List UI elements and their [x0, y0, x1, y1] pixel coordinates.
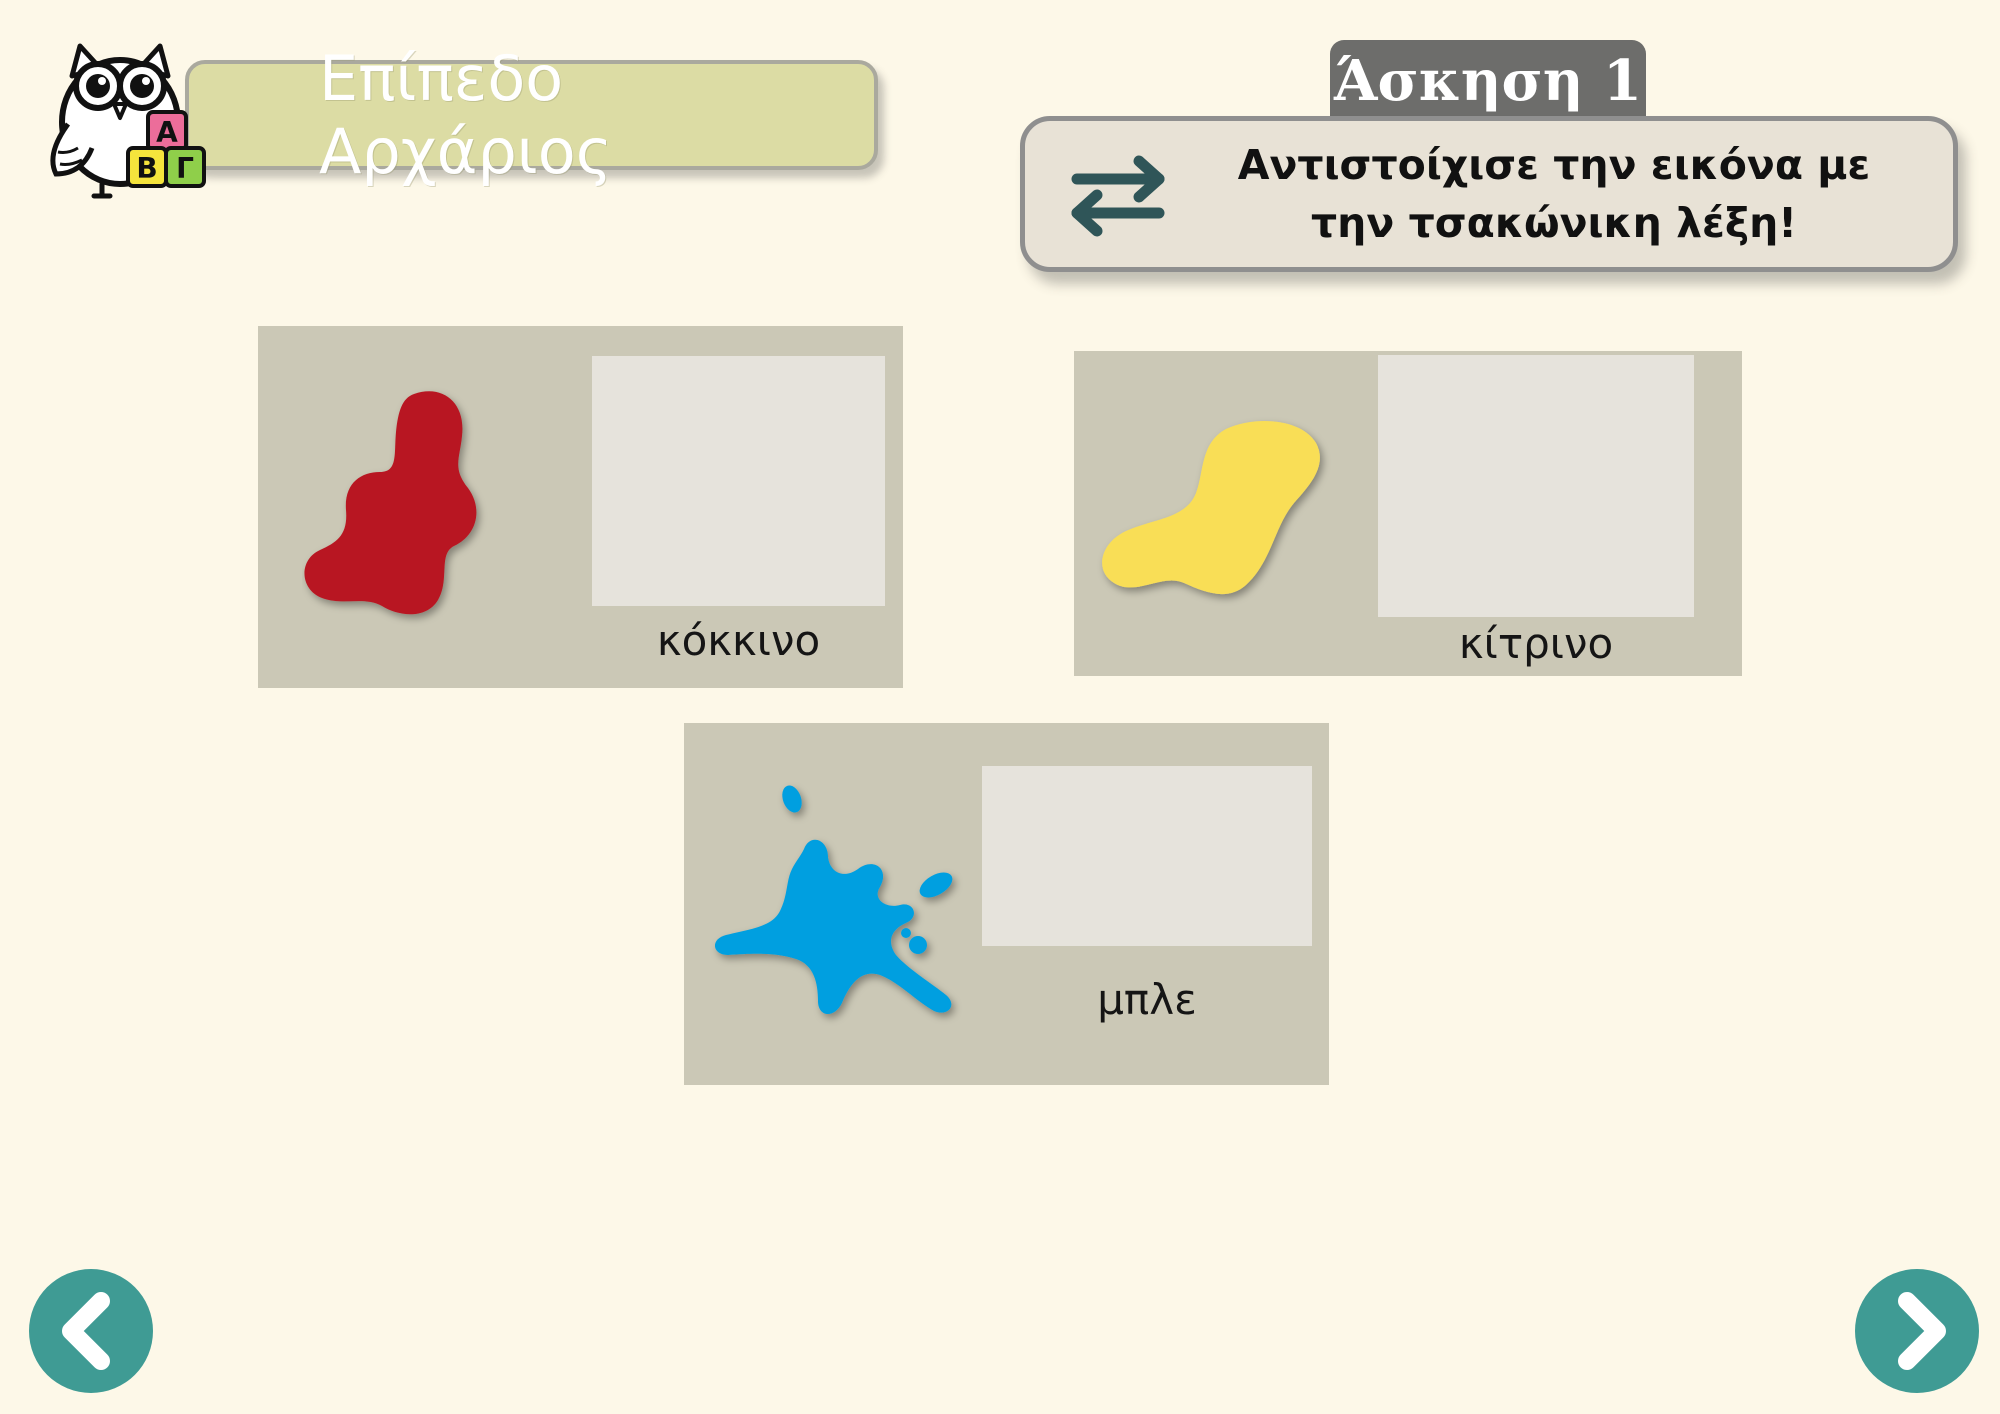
logo-letter-a: Α — [156, 116, 178, 149]
logo-letter-g: Γ — [176, 152, 194, 185]
swap-arrows-icon — [1063, 151, 1173, 239]
instruction-text: Αντιστοίχισε την εικόνα με την τσακώνικη… — [1237, 141, 1871, 247]
next-button[interactable] — [1855, 1269, 1979, 1393]
match-card-yellow: κίτρινο — [1074, 351, 1742, 676]
instruction-box: Αντιστοίχισε την εικόνα με την τσακώνικη… — [1020, 116, 1958, 272]
drop-zone-yellow[interactable] — [1378, 355, 1694, 617]
yellow-blob-image[interactable] — [1096, 411, 1336, 611]
logo-letter-b: Β — [136, 152, 157, 185]
match-card-blue: μπλε — [684, 723, 1329, 1085]
blue-splash-image[interactable] — [710, 769, 974, 1037]
drop-zone-blue[interactable] — [982, 766, 1312, 946]
level-title: Επίπεδο Αρχάριος — [319, 42, 613, 188]
red-blob-image[interactable] — [302, 384, 502, 630]
drop-zone-red[interactable] — [592, 356, 885, 606]
level-banner: Επίπεδο Αρχάριος — [185, 42, 878, 188]
previous-button[interactable] — [29, 1269, 153, 1393]
match-card-red: κόκκινο — [258, 326, 903, 688]
exercise-label: Άσκηση 1 — [1330, 40, 1646, 122]
owl-logo: Α Β Γ — [42, 24, 222, 204]
word-label-blue: μπλε — [1097, 975, 1197, 1024]
chevron-left-icon — [62, 1292, 110, 1370]
chevron-right-icon — [1898, 1292, 1946, 1370]
word-label-red: κόκκινο — [656, 616, 821, 665]
word-label-yellow: κίτρινο — [1458, 619, 1614, 668]
